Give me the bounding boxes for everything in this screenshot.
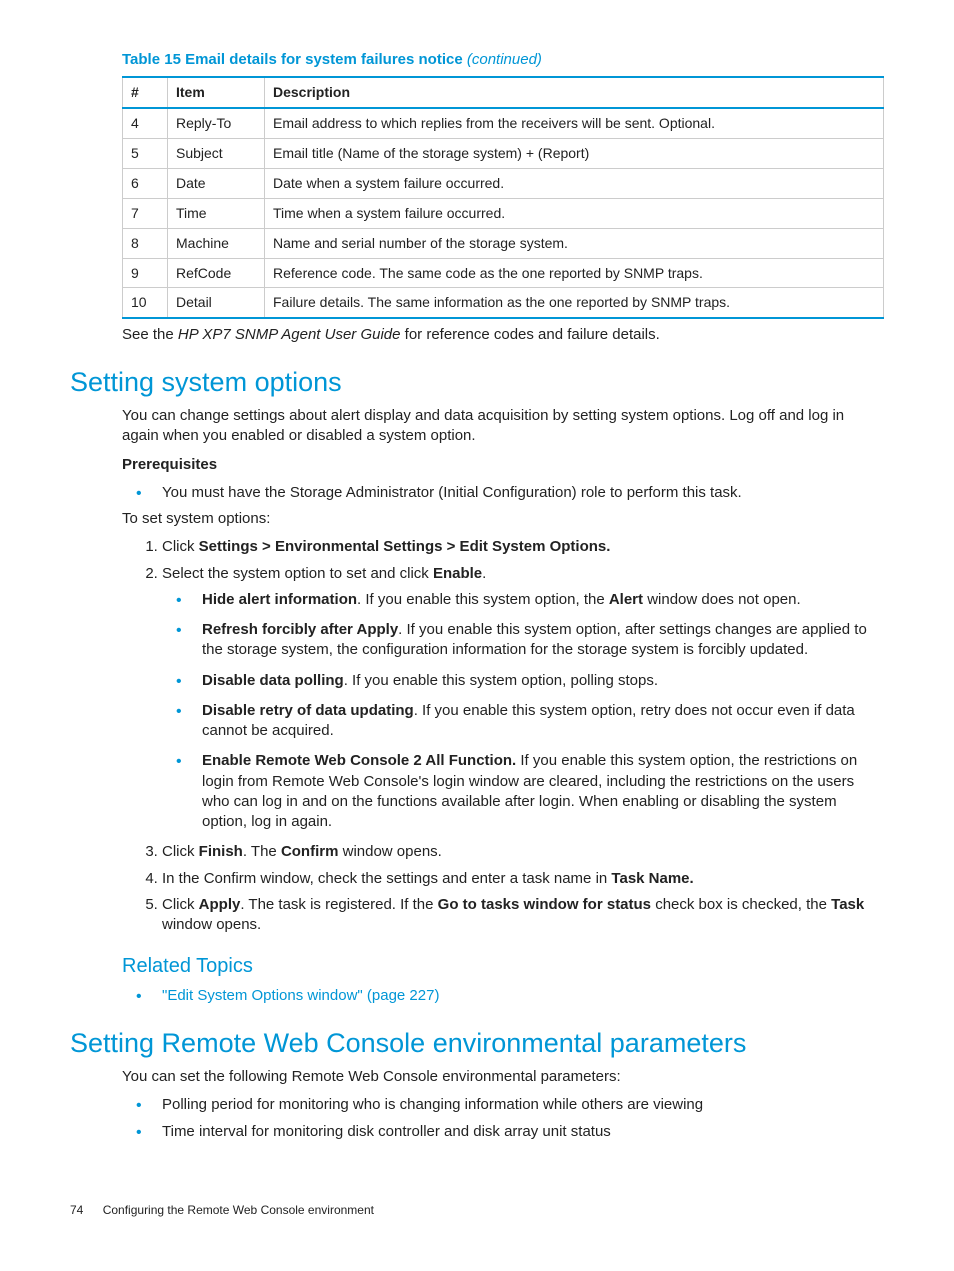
footer-title: Configuring the Remote Web Console envir…: [103, 1203, 374, 1217]
step-2: Select the system option to set and clic…: [162, 564, 884, 833]
list-item: Hide alert information. If you enable th…: [162, 590, 884, 610]
list-item: "Edit System Options window" (page 227): [122, 986, 884, 1006]
step-4: In the Confirm window, check the setting…: [162, 869, 884, 889]
step-1: Click Settings > Environmental Settings …: [162, 537, 884, 557]
list-item: You must have the Storage Administrator …: [122, 483, 884, 503]
table-title-continued: (continued): [467, 51, 542, 68]
related-topics-heading: Related Topics: [122, 953, 884, 980]
related-link[interactable]: "Edit System Options window" (page 227): [162, 987, 439, 1004]
intro-paragraph: You can change settings about alert disp…: [122, 406, 884, 447]
th-item: Item: [168, 77, 265, 108]
table-title-text: Table 15 Email details for system failur…: [122, 51, 467, 68]
list-item: Time interval for monitoring disk contro…: [122, 1122, 884, 1142]
step-5: Click Apply. The task is registered. If …: [162, 895, 884, 936]
prerequisites-list: You must have the Storage Administrator …: [122, 483, 884, 503]
table-caption: Table 15 Email details for system failur…: [122, 50, 884, 70]
list-item: Disable retry of data updating. If you e…: [162, 701, 884, 742]
heading-setting-system-options: Setting system options: [70, 364, 884, 400]
table-row: 5SubjectEmail title (Name of the storage…: [123, 139, 884, 169]
table-row: 10DetailFailure details. The same inform…: [123, 288, 884, 318]
prerequisites-label: Prerequisites: [122, 455, 884, 475]
options-list: Hide alert information. If you enable th…: [162, 590, 884, 833]
to-set-label: To set system options:: [122, 509, 884, 529]
env-intro: You can set the following Remote Web Con…: [122, 1067, 884, 1087]
table-row: 4Reply-ToEmail address to which replies …: [123, 108, 884, 138]
th-num: #: [123, 77, 168, 108]
env-params-list: Polling period for monitoring who is cha…: [122, 1095, 884, 1142]
email-details-table: # Item Description 4Reply-ToEmail addres…: [122, 76, 884, 319]
list-item: Enable Remote Web Console 2 All Function…: [162, 751, 884, 832]
heading-env-params: Setting Remote Web Console environmental…: [70, 1025, 884, 1061]
list-item: Disable data polling. If you enable this…: [162, 671, 884, 691]
list-item: Polling period for monitoring who is cha…: [122, 1095, 884, 1115]
steps-list: Click Settings > Environmental Settings …: [122, 537, 884, 935]
table-row: 7TimeTime when a system failure occurred…: [123, 198, 884, 228]
page-footer: 74 Configuring the Remote Web Console en…: [70, 1202, 884, 1218]
related-topics-list: "Edit System Options window" (page 227): [122, 986, 884, 1006]
table-row: 8MachineName and serial number of the st…: [123, 228, 884, 258]
th-desc: Description: [265, 77, 884, 108]
step-3: Click Finish. The Confirm window opens.: [162, 842, 884, 862]
table-footnote: See the HP XP7 SNMP Agent User Guide for…: [122, 325, 884, 345]
page-number: 74: [70, 1202, 83, 1218]
list-item: Refresh forcibly after Apply. If you ena…: [162, 620, 884, 661]
table-row: 6DateDate when a system failure occurred…: [123, 168, 884, 198]
table-row: 9RefCodeReference code. The same code as…: [123, 258, 884, 288]
